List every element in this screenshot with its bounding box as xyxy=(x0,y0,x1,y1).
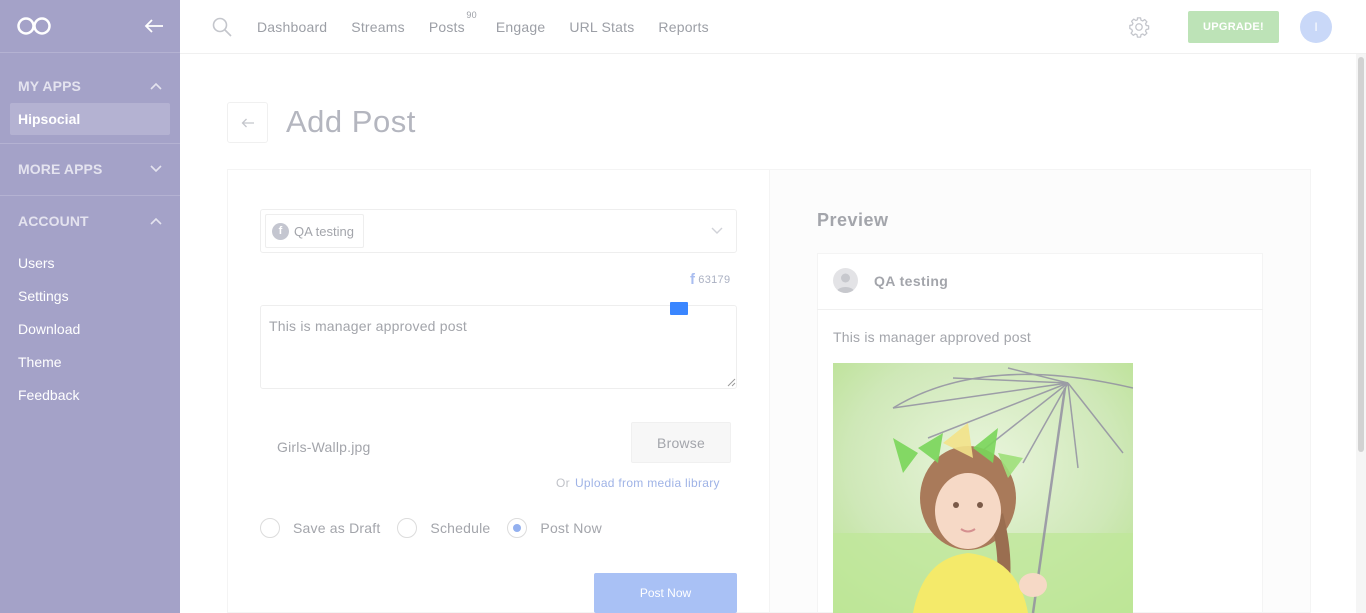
more-apps-section: MORE APPS xyxy=(0,144,180,196)
character-count: f 63179 xyxy=(690,271,731,288)
account-chip[interactable]: f QA testing xyxy=(265,214,364,248)
nav-streams[interactable]: Streams xyxy=(351,19,405,35)
sidebar-item-download[interactable]: Download xyxy=(0,312,180,345)
avatar xyxy=(833,268,858,293)
publish-options: Save as Draft Schedule Post Now xyxy=(260,518,619,538)
user-icon xyxy=(836,273,855,293)
avatar[interactable]: I xyxy=(1300,11,1332,43)
posts-count-badge: 90 xyxy=(466,10,477,20)
chevron-up-icon xyxy=(150,217,162,225)
more-apps-heading[interactable]: MORE APPS xyxy=(0,144,180,194)
account-heading[interactable]: ACCOUNT xyxy=(0,196,180,246)
nav-posts[interactable]: Posts 90 xyxy=(429,10,477,35)
preview-account-name: QA testing xyxy=(874,273,949,289)
chevron-down-icon[interactable] xyxy=(711,227,723,235)
nav-url-stats[interactable]: URL Stats xyxy=(569,19,634,35)
nav-engage[interactable]: Engage xyxy=(496,19,545,35)
facebook-icon: f xyxy=(690,271,696,288)
sidebar: MY APPS Hipsocial MORE APPS ACCOUNT User… xyxy=(0,0,180,613)
chevron-up-icon xyxy=(150,82,162,90)
sidebar-item-settings[interactable]: Settings xyxy=(0,279,180,312)
divider xyxy=(817,309,1263,310)
browse-button[interactable]: Browse xyxy=(631,422,731,463)
back-button[interactable] xyxy=(227,102,268,143)
search-icon[interactable] xyxy=(212,17,232,37)
save-draft-label[interactable]: Save as Draft xyxy=(293,520,380,536)
schedule-label[interactable]: Schedule xyxy=(430,520,490,536)
sidebar-item-hipsocial[interactable]: Hipsocial xyxy=(10,103,170,135)
sidebar-item-users[interactable]: Users xyxy=(0,246,180,279)
page-title: Add Post xyxy=(286,104,416,139)
gear-icon[interactable] xyxy=(1128,16,1150,38)
preview-title: Preview xyxy=(817,210,889,230)
top-navbar: Dashboard Streams Posts 90 Engage URL Sta… xyxy=(180,0,1366,54)
page-scrollbar-thumb[interactable] xyxy=(1358,57,1364,452)
nav-reports[interactable]: Reports xyxy=(658,19,708,35)
facebook-icon: f xyxy=(272,222,289,240)
account-section: ACCOUNT Users Settings Download Theme Fe… xyxy=(0,196,180,411)
nav-dashboard[interactable]: Dashboard xyxy=(257,19,327,35)
preview-image xyxy=(833,363,1133,613)
arrow-left-icon xyxy=(241,118,254,127)
my-apps-section: MY APPS Hipsocial xyxy=(0,53,180,144)
cursor-marker xyxy=(670,302,688,315)
save-draft-radio[interactable] xyxy=(260,518,280,538)
main-nav: Dashboard Streams Posts 90 Engage URL Sta… xyxy=(257,0,733,54)
schedule-radio[interactable] xyxy=(397,518,418,538)
sidebar-item-theme[interactable]: Theme xyxy=(0,345,180,378)
post-now-radio[interactable] xyxy=(507,518,528,538)
post-now-button[interactable]: Post Now xyxy=(594,573,737,613)
post-text-input[interactable]: This is manager approved post xyxy=(260,305,737,389)
upgrade-button[interactable]: UPGRADE! xyxy=(1188,11,1279,43)
arrow-left-icon[interactable] xyxy=(144,19,164,33)
media-library-line: Or Upload from media library xyxy=(556,476,720,490)
account-menu: Users Settings Download Theme Feedback xyxy=(0,246,180,411)
file-name: Girls-Wallp.jpg xyxy=(277,439,371,455)
sidebar-header xyxy=(0,0,180,53)
infinity-logo-icon[interactable] xyxy=(16,16,52,36)
preview-post-text: This is manager approved post xyxy=(833,329,1032,345)
post-now-label[interactable]: Post Now xyxy=(540,520,602,536)
girl-umbrella-photo xyxy=(833,363,1133,613)
sidebar-item-feedback[interactable]: Feedback xyxy=(0,378,180,411)
resize-handle-icon[interactable] xyxy=(727,378,736,387)
upload-media-library-link[interactable]: Upload from media library xyxy=(575,476,720,490)
chevron-down-icon xyxy=(150,165,162,173)
